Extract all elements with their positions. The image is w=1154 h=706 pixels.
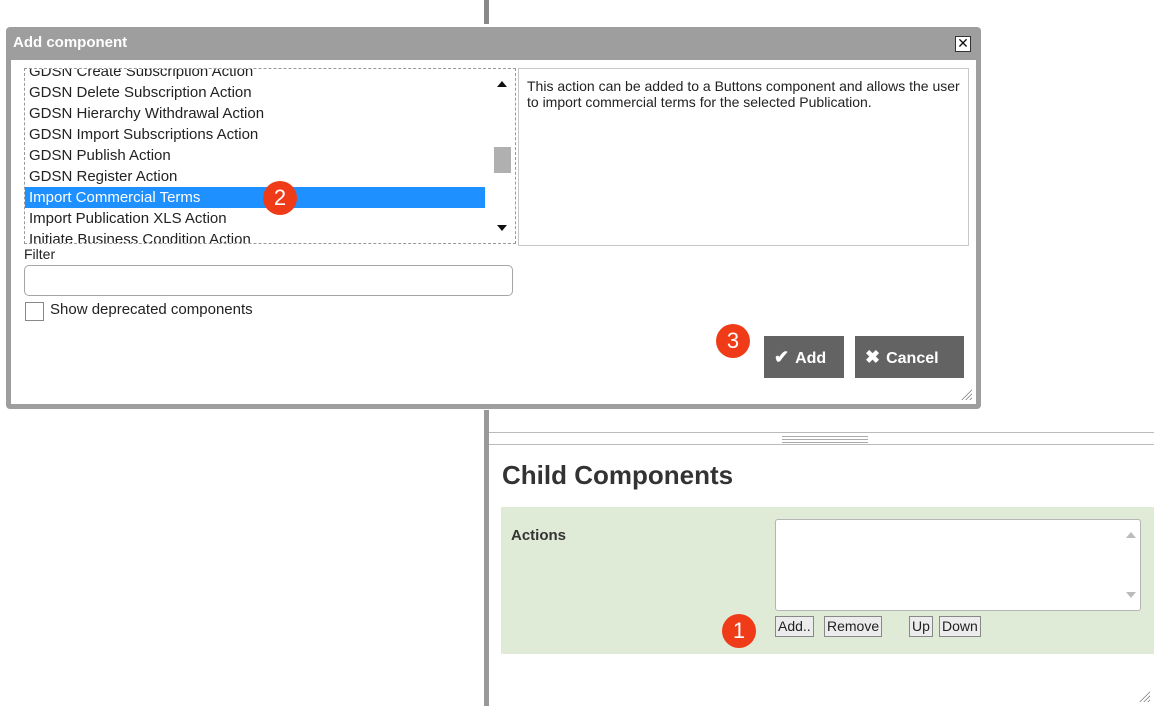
filter-input[interactable] [24, 265, 513, 296]
scroll-up-icon[interactable] [1126, 532, 1136, 538]
filter-label: Filter [24, 246, 56, 262]
add-component-dialog: Add component ✕ GDSN Create Subscription… [6, 27, 981, 409]
close-icon[interactable]: ✕ [955, 36, 971, 52]
component-list-items: GDSN Create Subscription Action GDSN Dele… [25, 69, 485, 243]
add-button-label: Add [795, 350, 827, 367]
scroll-up-icon[interactable] [497, 81, 507, 87]
scroll-down-icon[interactable] [1126, 592, 1136, 598]
background-divider [484, 0, 489, 24]
actions-label: Actions [511, 527, 567, 544]
divider-line [489, 444, 1154, 445]
component-list-item[interactable]: GDSN Register Action [25, 166, 485, 187]
dialog-title: Add component [13, 34, 128, 51]
child-components-title: Child Components [502, 460, 734, 490]
checkmark-icon: ✔ [774, 347, 790, 367]
step-badge-1: 1 [722, 614, 756, 648]
component-editor-panel: Child Components Actions Add.. Remove Up… [484, 410, 1154, 706]
component-list-item[interactable]: Import Commercial Terms [25, 187, 485, 208]
show-deprecated-checkbox[interactable] [25, 302, 44, 321]
panel-border [484, 410, 489, 706]
component-list-item[interactable]: Initiate Business Condition Action [25, 229, 485, 243]
resize-grip-icon[interactable] [960, 388, 972, 400]
add-button[interactable]: ✔ Add [764, 336, 844, 378]
cancel-button[interactable]: ✖ Cancel [855, 336, 964, 378]
component-list-item[interactable]: GDSN Publish Action [25, 145, 485, 166]
component-list-item[interactable]: GDSN Delete Subscription Action [25, 82, 485, 103]
scroll-down-icon[interactable] [497, 225, 507, 231]
component-list-item[interactable]: GDSN Import Subscriptions Action [25, 124, 485, 145]
move-down-button[interactable]: Down [939, 616, 981, 637]
resize-grip-icon[interactable] [1138, 690, 1150, 702]
scroll-thumb[interactable] [494, 147, 511, 173]
move-up-button[interactable]: Up [909, 616, 933, 637]
component-listbox[interactable]: GDSN Create Subscription Action GDSN Dele… [24, 68, 516, 244]
component-description: This action can be added to a Buttons co… [518, 68, 969, 246]
show-deprecated-label: Show deprecated components [50, 301, 253, 318]
actions-section: Actions Add.. Remove Up Down [501, 507, 1154, 654]
add-action-button[interactable]: Add.. [775, 616, 814, 637]
component-list-item[interactable]: GDSN Hierarchy Withdrawal Action [25, 103, 485, 124]
dialog-body: GDSN Create Subscription Action GDSN Dele… [11, 60, 976, 404]
component-list-item[interactable]: GDSN Create Subscription Action [25, 69, 485, 82]
actions-listbox[interactable] [775, 519, 1141, 611]
cancel-button-label: Cancel [886, 350, 939, 367]
component-list-scrollbar[interactable] [489, 69, 515, 243]
step-badge-2: 2 [263, 181, 297, 215]
divider-line [489, 432, 1154, 433]
actions-scrollbar[interactable] [1122, 520, 1140, 610]
splitter-handle[interactable] [782, 436, 868, 444]
component-list-item[interactable]: Import Publication XLS Action [25, 208, 485, 229]
remove-action-button[interactable]: Remove [824, 616, 883, 637]
x-icon: ✖ [865, 347, 881, 367]
step-badge-3: 3 [716, 324, 750, 358]
